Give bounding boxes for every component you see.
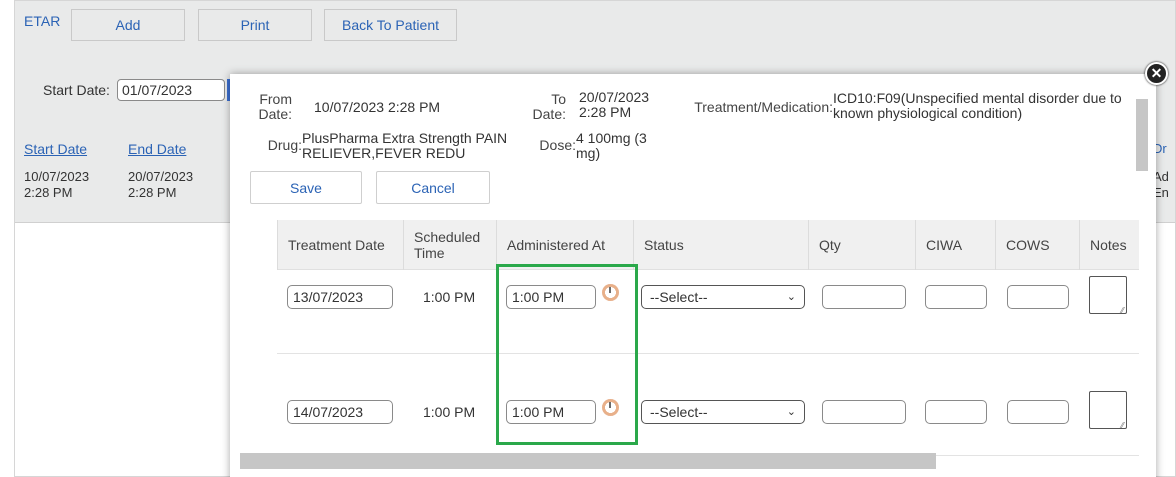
qty-input[interactable]	[822, 400, 906, 424]
header-treatment-date: Treatment Date	[277, 220, 403, 270]
start-date-input[interactable]	[117, 79, 225, 101]
treatment-value: ICD10:F09(Unspecified mental disorder du…	[833, 90, 1122, 121]
to-date-value: 20/07/2023 2:28 PM	[579, 89, 650, 120]
table-row: 1:00 PM --Select-- ⌄	[277, 270, 1139, 354]
toolbar: ETAR Add Print Back To Patient	[15, 1, 1175, 49]
from-date-label: From Date:	[258, 91, 292, 122]
header-cows: COWS	[995, 220, 1079, 270]
print-button[interactable]: Print	[198, 9, 312, 41]
administered-at-input[interactable]	[506, 400, 596, 424]
table-row: 1:00 PM --Select-- ⌄	[277, 354, 1139, 456]
status-select-value: --Select--	[650, 289, 708, 305]
cows-input[interactable]	[1007, 285, 1069, 309]
schedule-table: Treatment Date Scheduled Time Administer…	[277, 220, 1139, 456]
dose-value: 4 100mg (3 mg)	[576, 130, 647, 161]
notes-textarea[interactable]	[1089, 276, 1127, 315]
treatment-date-input[interactable]	[287, 285, 393, 309]
vertical-scrollbar[interactable]	[1136, 99, 1148, 171]
end-date-cell: 20/07/2023 2:28 PM	[128, 169, 194, 200]
header-administered-at: Administered At	[496, 220, 633, 270]
status-select[interactable]: --Select-- ⌄	[641, 285, 805, 309]
clock-icon[interactable]	[602, 284, 619, 301]
drug-value: PlusPharma Extra Strength PAIN RELIEVER,…	[302, 130, 508, 161]
scheduled-time: 1:00 PM	[423, 404, 476, 420]
ciwa-input[interactable]	[925, 400, 987, 424]
back-to-patient-button[interactable]: Back To Patient	[324, 9, 457, 41]
dose-label: Dose:	[539, 137, 576, 153]
start-date-cell: 10/07/2023 2:28 PM	[24, 169, 90, 200]
horizontal-scrollbar[interactable]	[240, 453, 936, 469]
cows-input[interactable]	[1007, 400, 1069, 424]
qty-input[interactable]	[822, 285, 906, 309]
from-date-value: 10/07/2023 2:28 PM	[314, 99, 441, 115]
ciwa-input[interactable]	[925, 285, 987, 309]
treatment-label: Treatment/Medication:	[694, 99, 833, 115]
status-select-value: --Select--	[650, 404, 708, 420]
header-ciwa: CIWA	[915, 220, 995, 270]
treatment-modal: From Date: 10/07/2023 2:28 PM To Date: 2…	[230, 74, 1156, 477]
drug-label: Drug:	[267, 137, 302, 153]
chevron-down-icon: ⌄	[786, 291, 796, 303]
cancel-button[interactable]: Cancel	[376, 171, 490, 204]
administered-at-input[interactable]	[506, 285, 596, 309]
start-date-label: Start Date:	[43, 82, 110, 98]
drug-cell: Ad En	[1153, 169, 1169, 200]
to-date-label: To Date:	[532, 91, 566, 122]
save-button[interactable]: Save	[250, 171, 362, 204]
header-notes: Notes	[1079, 220, 1139, 270]
clock-icon[interactable]	[602, 399, 619, 416]
scheduled-time: 1:00 PM	[423, 289, 476, 305]
notes-textarea[interactable]	[1089, 391, 1127, 430]
add-button[interactable]: Add	[71, 9, 185, 41]
header-qty: Qty	[808, 220, 915, 270]
table-header: Treatment Date Scheduled Time Administer…	[277, 220, 1139, 270]
header-status: Status	[633, 220, 808, 270]
header-scheduled-time: Scheduled Time	[403, 220, 496, 270]
close-icon[interactable]: ✕	[1145, 62, 1168, 85]
column-header-start-date[interactable]: Start Date	[24, 141, 87, 157]
treatment-date-input[interactable]	[287, 400, 393, 424]
column-header-end-date[interactable]: End Date	[128, 141, 186, 157]
chevron-down-icon: ⌄	[786, 406, 796, 418]
status-select[interactable]: --Select-- ⌄	[641, 400, 805, 424]
toolbar-title: ETAR	[24, 13, 61, 29]
